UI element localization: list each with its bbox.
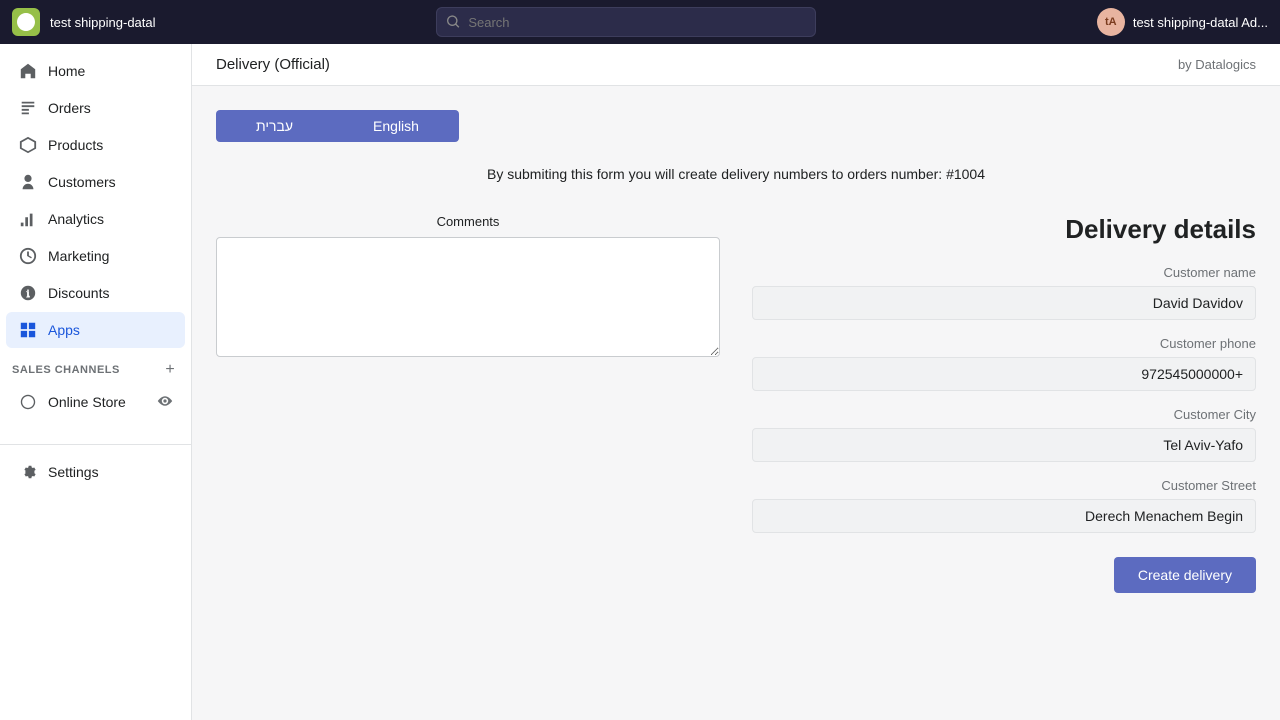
customer-phone-group: Customer phone xyxy=(752,336,1256,391)
hebrew-tab[interactable]: עברית xyxy=(216,110,333,142)
form-right: Delivery details Customer name Customer … xyxy=(752,214,1256,593)
search-icon xyxy=(447,15,460,29)
sidebar-item-analytics[interactable]: Analytics xyxy=(6,201,185,237)
products-icon xyxy=(18,135,38,155)
comments-textarea[interactable] xyxy=(216,237,720,357)
customer-phone-input[interactable] xyxy=(752,357,1256,391)
sidebar: Home Orders Products Customers Analytics… xyxy=(0,44,192,720)
apps-icon xyxy=(18,320,38,340)
topbar: test shipping-datal tA test shipping-dat… xyxy=(0,0,1280,44)
sidebar-item-customers[interactable]: Customers xyxy=(6,164,185,200)
form-grid: Comments Delivery details Customer name … xyxy=(216,214,1256,593)
online-store-eye-icon xyxy=(157,393,173,412)
store-logo xyxy=(12,8,40,36)
customer-name-input[interactable] xyxy=(752,286,1256,320)
info-text: By submiting this form you will create d… xyxy=(216,166,1256,182)
sidebar-item-orders[interactable]: Orders xyxy=(6,90,185,126)
language-tabs: עברית English xyxy=(216,110,1256,142)
customer-name-label: Customer name xyxy=(752,265,1256,280)
online-store-left: Online Store xyxy=(18,392,126,412)
shopify-icon xyxy=(17,13,35,31)
create-delivery-button[interactable]: Create delivery xyxy=(1114,557,1256,593)
customer-street-input[interactable] xyxy=(752,499,1256,533)
customer-phone-label: Customer phone xyxy=(752,336,1256,351)
sidebar-item-online-store[interactable]: Online Store xyxy=(6,384,185,420)
avatar: tA xyxy=(1097,8,1125,36)
topbar-right: tA test shipping-datal Ad... xyxy=(1097,8,1268,36)
store-name: test shipping-datal xyxy=(50,15,156,30)
main-content: Delivery (Official) by Datalogics עברית … xyxy=(192,44,1280,720)
orders-icon xyxy=(18,98,38,118)
form-left: Comments xyxy=(216,214,720,360)
customer-street-label: Customer Street xyxy=(752,478,1256,493)
delivery-details-title: Delivery details xyxy=(752,214,1256,245)
sidebar-item-apps[interactable]: Apps xyxy=(6,312,185,348)
by-text: by Datalogics xyxy=(1178,57,1256,72)
content-area: עברית English By submiting this form you… xyxy=(192,86,1280,617)
customer-city-group: Customer City xyxy=(752,407,1256,462)
app-header: Delivery (Official) by Datalogics xyxy=(192,44,1280,86)
app-title: Delivery (Official) xyxy=(216,56,330,73)
topbar-left: test shipping-datal xyxy=(12,8,156,36)
english-tab[interactable]: English xyxy=(333,110,459,142)
account-name: test shipping-datal Ad... xyxy=(1133,15,1268,30)
online-store-icon xyxy=(18,392,38,412)
analytics-icon xyxy=(18,209,38,229)
discounts-icon xyxy=(18,283,38,303)
sales-channels-header: SALES CHANNELS + xyxy=(0,349,191,383)
search-input[interactable] xyxy=(468,15,805,30)
sidebar-item-marketing[interactable]: Marketing xyxy=(6,238,185,274)
comments-label: Comments xyxy=(216,214,720,229)
customer-city-label: Customer City xyxy=(752,407,1256,422)
home-icon xyxy=(18,61,38,81)
customer-city-input[interactable] xyxy=(752,428,1256,462)
sidebar-item-home[interactable]: Home xyxy=(6,53,185,89)
sidebar-item-settings[interactable]: Settings xyxy=(6,454,185,490)
customer-street-group: Customer Street xyxy=(752,478,1256,533)
sidebar-item-products[interactable]: Products xyxy=(6,127,185,163)
marketing-icon xyxy=(18,246,38,266)
customers-icon xyxy=(18,172,38,192)
customer-name-group: Customer name xyxy=(752,265,1256,320)
sidebar-item-discounts[interactable]: Discounts xyxy=(6,275,185,311)
search-bar[interactable] xyxy=(436,7,816,37)
settings-icon xyxy=(18,462,38,482)
add-sales-channel-button[interactable]: + xyxy=(161,361,179,379)
